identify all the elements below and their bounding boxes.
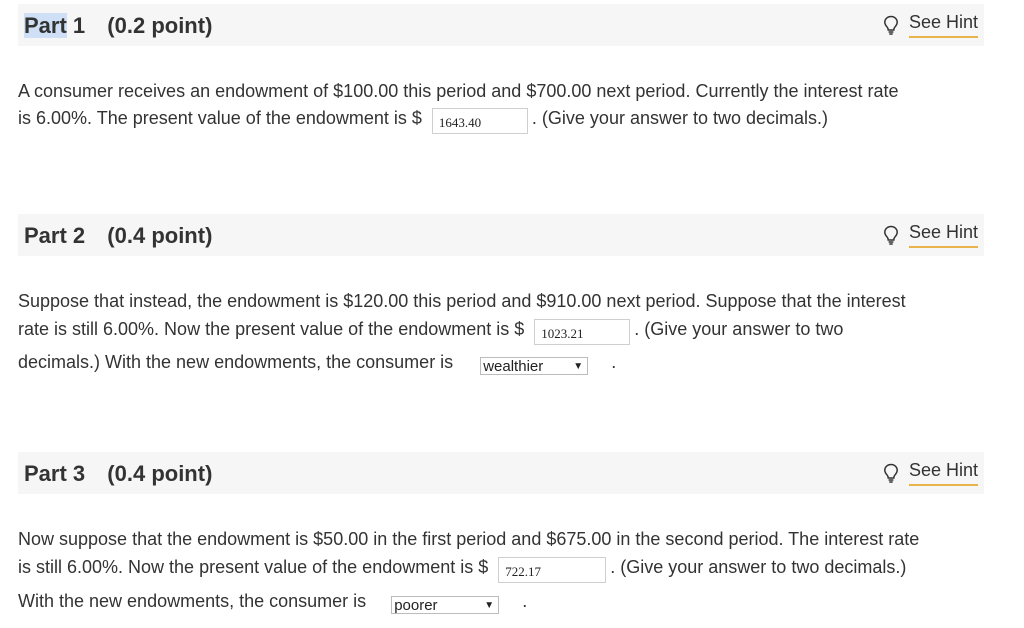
part-2-question-line-2: rate is still 6.00%. Now the present val… (18, 317, 844, 345)
select-value: poorer (394, 596, 438, 614)
part-label: Part (24, 223, 67, 248)
question-text: . (Give your answer to two decimals.) (610, 556, 907, 577)
part-3-question-line-3: With the new endowments, the consumer is… (18, 591, 528, 615)
question-text: Now suppose that the endowment is $50.00… (18, 529, 920, 549)
select-value: wealthier (483, 357, 544, 375)
question-text: Suppose that instead, the endowment is $… (18, 291, 906, 311)
part-number: 1 (72, 13, 86, 38)
see-hint-label: See Hint (908, 460, 978, 486)
question-text: With the new endowments, the consumer is (18, 591, 367, 611)
wealth-select-part-3[interactable]: poorer ▼ (391, 596, 500, 615)
present-value-input-part-1[interactable]: 1643.40 (431, 108, 528, 134)
see-hint-link-part-2[interactable]: See Hint (883, 222, 978, 248)
part-2-title: Part 2 (0.4 point) (24, 223, 212, 249)
lightbulb-icon (884, 225, 898, 245)
question-text: rate is still 6.00%. Now the present val… (18, 318, 525, 339)
part-points: (0.4 point) (107, 461, 213, 486)
chevron-down-icon: ▼ (484, 599, 495, 611)
part-3-header: Part 3 (0.4 point) See Hint (18, 452, 984, 494)
part-3-question-line-2: is still 6.00%. Now the present value of… (18, 555, 907, 583)
chevron-down-icon: ▼ (573, 360, 584, 372)
part-label: Part (24, 461, 67, 486)
see-hint-link-part-3[interactable]: See Hint (883, 460, 978, 486)
part-2-header: Part 2 (0.4 point) See Hint (18, 214, 984, 256)
part-points: (0.4 point) (107, 223, 213, 248)
present-value-input-part-3[interactable]: 722.17 (498, 557, 607, 583)
question-text: . (Give your answer to two (634, 318, 844, 339)
wealth-select-part-2[interactable]: wealthier ▼ (480, 357, 589, 376)
question-text: . (Give your answer to two decimals.) (531, 107, 829, 128)
lightbulb-icon (884, 15, 898, 35)
part-1-question-line-2: is 6.00%. The present value of the endow… (18, 106, 829, 134)
present-value-input-part-2[interactable]: 1023.21 (534, 319, 631, 345)
question-text: . (522, 591, 528, 611)
question-text: is still 6.00%. Now the present value of… (18, 556, 489, 577)
see-hint-label: See Hint (908, 222, 978, 248)
part-3-question-line-1: Now suppose that the endowment is $50.00… (18, 529, 919, 550)
part-number: 2 (72, 223, 86, 248)
see-hint-link-part-1[interactable]: See Hint (883, 12, 978, 38)
part-2-question-line-1: Suppose that instead, the endowment is $… (18, 291, 906, 312)
question-text: is 6.00%. The present value of the endow… (18, 107, 422, 128)
part-label: Part (24, 13, 67, 38)
part-points: (0.2 point) (107, 13, 213, 38)
part-1-header: Part 1 (0.2 point) See Hint (18, 4, 984, 46)
see-hint-label: See Hint (908, 12, 978, 38)
question-text: A consumer receives an endowment of $100… (18, 81, 899, 101)
part-2-question-line-3: decimals.) With the new endowments, the … (18, 352, 617, 376)
lightbulb-icon (884, 463, 898, 483)
part-3-title: Part 3 (0.4 point) (24, 461, 212, 487)
question-text: . (611, 352, 617, 372)
part-number: 3 (72, 461, 86, 486)
question-text: decimals.) With the new endowments, the … (18, 352, 454, 372)
part-1-title: Part 1 (0.2 point) (24, 13, 212, 39)
part-1-question-line-1: A consumer receives an endowment of $100… (18, 81, 899, 102)
